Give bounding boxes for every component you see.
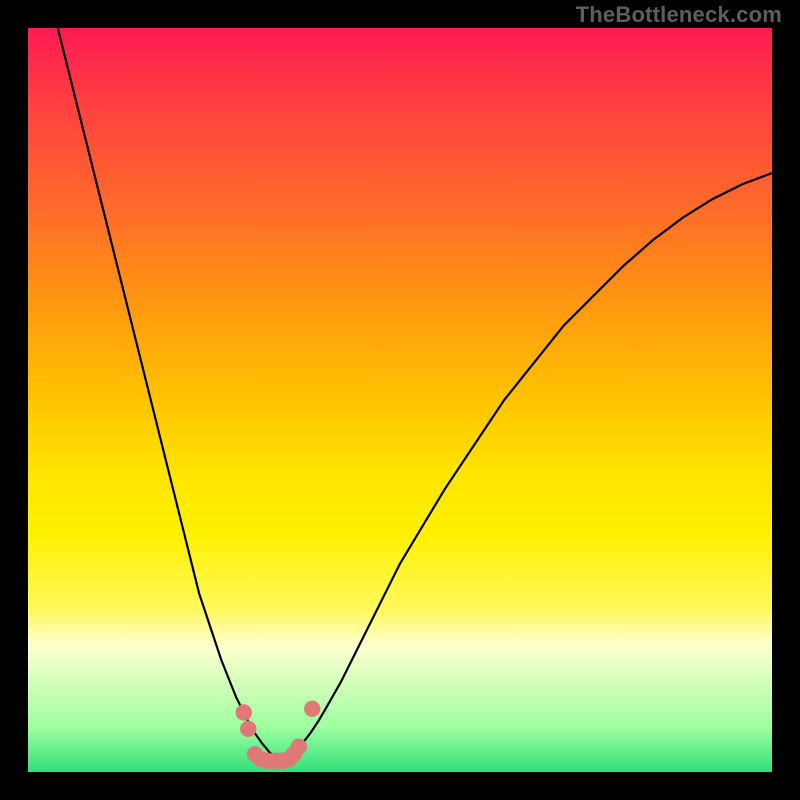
- chart-root: TheBottleneck.com: [0, 0, 800, 800]
- data-marker: [240, 721, 256, 737]
- curve-left: [58, 28, 277, 759]
- data-marker: [304, 701, 320, 717]
- data-marker: [291, 739, 307, 755]
- watermark-text: TheBottleneck.com: [576, 2, 782, 28]
- curves-layer: [28, 28, 772, 772]
- curve-right: [281, 173, 772, 761]
- plot-area: [28, 28, 772, 772]
- data-marker: [236, 704, 252, 720]
